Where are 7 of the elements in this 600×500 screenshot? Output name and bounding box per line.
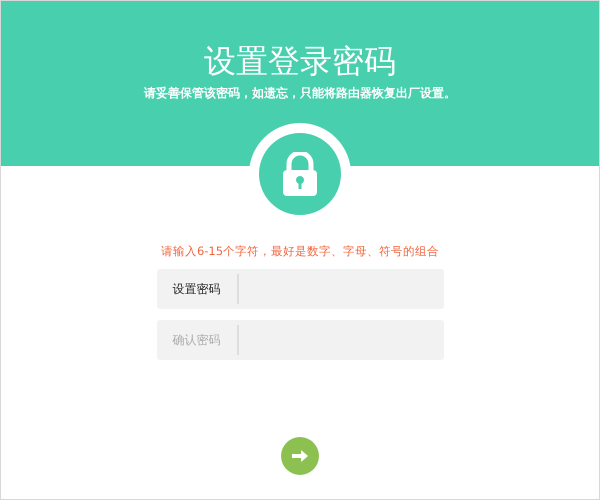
page-title: 设置登录密码	[204, 41, 396, 81]
page-subtitle: 请妥善保管该密码，如遗忘，只能将路由器恢复出厂设置。	[144, 85, 456, 102]
next-button[interactable]	[281, 437, 319, 475]
hint-text: 请输入6-15个字符，最好是数字、字母、符号的组合	[160, 244, 440, 259]
password-field[interactable]: 设置密码	[156, 269, 444, 309]
arrow-icon	[291, 449, 309, 463]
lock-icon	[280, 152, 320, 196]
